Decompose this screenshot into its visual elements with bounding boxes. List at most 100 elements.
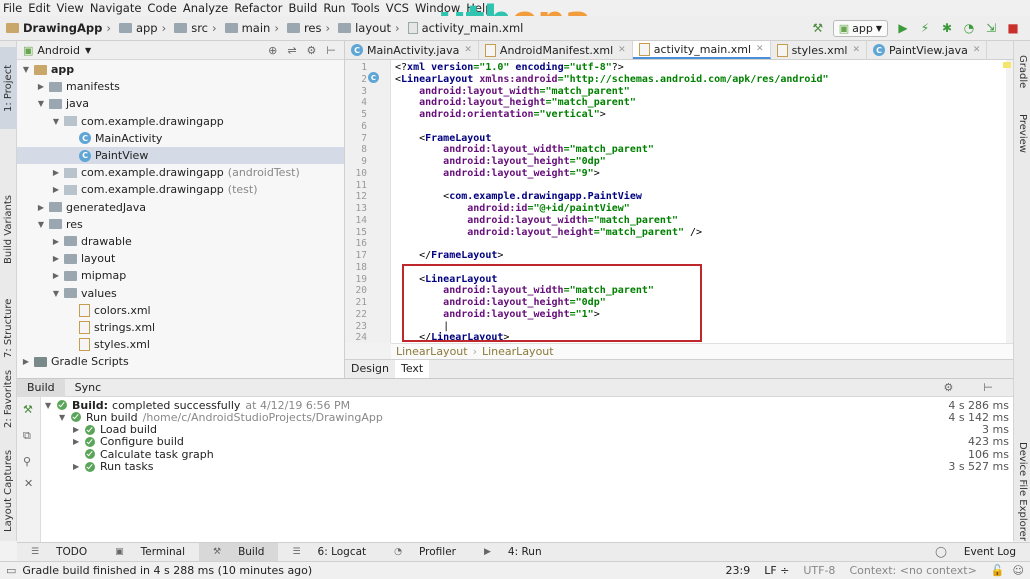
tab-favorites[interactable]: 2: Favorites <box>0 359 17 439</box>
menu-run[interactable]: Run <box>320 0 348 16</box>
tab-design[interactable]: Design <box>345 360 395 378</box>
code-crumb-1[interactable]: LinearLayout <box>396 345 468 358</box>
chevron-right-icon[interactable]: ▶ <box>21 357 31 366</box>
close-icon[interactable]: ✕ <box>618 45 626 55</box>
menu-view[interactable]: View <box>54 0 87 16</box>
tab-text[interactable]: Text <box>394 360 430 378</box>
tab-layout-captures[interactable]: Layout Captures <box>0 443 17 538</box>
menu-code[interactable]: Code <box>144 0 179 16</box>
chevron-right-icon[interactable]: ▶ <box>36 82 46 91</box>
toggle-view-icon[interactable]: ⧉ <box>23 429 31 443</box>
breadcrumb-item[interactable]: layout › <box>336 21 406 35</box>
tab-preview[interactable]: Preview <box>1014 103 1030 163</box>
inspector-icon[interactable]: ☺ <box>1013 564 1030 577</box>
chevron-right-icon[interactable]: ▶ <box>51 254 61 263</box>
attach-debugger-icon[interactable]: ⇲ <box>982 19 1000 37</box>
hammer-icon[interactable]: ⚒ <box>23 403 33 416</box>
chevron-down-icon[interactable]: ▼ <box>51 117 61 126</box>
build-row[interactable]: ▶ Configure build 423 ms <box>41 435 1013 448</box>
chevron-right-icon[interactable]: ▶ <box>73 462 85 471</box>
tab-project[interactable]: 1: Project <box>0 47 17 129</box>
apply-changes-icon[interactable]: ⚡ <box>916 19 934 37</box>
editor-tab[interactable]: C PaintView.java ✕ <box>867 41 988 59</box>
chevron-down-icon[interactable]: ▼ <box>59 413 71 422</box>
stop-icon[interactable]: ■ <box>1004 19 1022 37</box>
hammer-icon[interactable]: ⚒ <box>809 19 827 37</box>
tree-item[interactable]: ▼ res <box>17 216 344 233</box>
caret-position[interactable]: 23:9 <box>725 564 764 577</box>
chevron-right-icon[interactable]: ▶ <box>73 437 85 446</box>
tab-device-file-explorer[interactable]: Device File Explorer <box>1014 431 1030 551</box>
profile-icon[interactable]: ◔ <box>960 19 978 37</box>
collapse-icon[interactable]: ⇌ <box>287 44 296 57</box>
tree-item[interactable]: C PaintView <box>17 146 344 165</box>
menu-refactor[interactable]: Refactor <box>231 0 285 16</box>
tree-item[interactable]: ▶ generatedJava <box>17 199 344 216</box>
editor-tab[interactable]: C MainActivity.java ✕ <box>345 41 479 59</box>
editor-tab[interactable]: activity_main.xml ✕ <box>632 41 771 59</box>
gear-icon[interactable]: ⚙ <box>307 44 317 57</box>
tree-item[interactable]: ▶ layout <box>17 250 344 267</box>
menu-file[interactable]: File <box>0 0 25 16</box>
close-icon[interactable]: ✕ <box>24 477 33 490</box>
menu-tools[interactable]: Tools <box>348 0 382 16</box>
tree-item[interactable]: strings.xml <box>17 319 344 336</box>
tree-item[interactable]: ▶ drawable <box>17 233 344 250</box>
breadcrumb-item[interactable]: res › <box>285 21 336 35</box>
breadcrumb-item[interactable]: main › <box>223 21 285 35</box>
tree-item[interactable]: C MainActivity <box>17 130 344 147</box>
close-icon[interactable]: ✕ <box>852 45 860 55</box>
tree-item[interactable]: ▶ manifests <box>17 78 344 95</box>
tree-item[interactable]: ▼ com.example.drawingapp <box>17 113 344 130</box>
debug-icon[interactable]: ✱ <box>938 19 956 37</box>
run-config-select[interactable]: ▣ app ▼ <box>832 19 888 37</box>
gear-icon[interactable]: ⚙ <box>934 379 964 397</box>
tool-tab[interactable]: ☰ TODO <box>17 543 101 561</box>
tab-build[interactable]: Build <box>17 378 65 397</box>
tree-item[interactable]: styles.xml <box>17 336 344 353</box>
editor-tab[interactable]: styles.xml ✕ <box>771 41 868 59</box>
event-log-button[interactable]: ◯ Event Log <box>921 543 1030 561</box>
run-icon[interactable]: ▶ <box>894 19 912 37</box>
chevron-down-icon[interactable]: ▼ <box>45 401 57 410</box>
breadcrumb-item[interactable]: DrawingApp › <box>4 21 117 35</box>
chevron-right-icon[interactable]: ▶ <box>51 271 61 280</box>
chevron-right-icon[interactable]: ▶ <box>51 185 61 194</box>
tree-item[interactable]: ▶ com.example.drawingapp (test) <box>17 181 344 198</box>
tree-item[interactable]: ▶ Gradle Scripts <box>17 353 344 370</box>
hide-icon[interactable]: ⊢ <box>973 379 1003 397</box>
code-crumb-2[interactable]: LinearLayout <box>482 345 554 358</box>
status-toggle-icon[interactable]: ▭ <box>0 564 16 577</box>
chevron-down-icon[interactable]: ▼ <box>21 65 31 74</box>
chevron-right-icon[interactable]: ▶ <box>51 168 61 177</box>
line-separator[interactable]: LF ÷ <box>764 564 803 577</box>
breadcrumb-item[interactable]: activity_main.xml <box>406 21 526 35</box>
build-row[interactable]: ▼ Build: completed successfully at 4/12/19 … <box>41 399 1013 412</box>
tree-item[interactable]: ▶ com.example.drawingapp (androidTest) <box>17 164 344 181</box>
tab-build-variants[interactable]: Build Variants <box>0 175 17 285</box>
menu-edit[interactable]: Edit <box>25 0 53 16</box>
build-row[interactable]: Calculate task graph 106 ms <box>41 448 1013 461</box>
sync-icon[interactable]: ⊕ <box>268 44 277 57</box>
menu-build[interactable]: Build <box>285 0 320 16</box>
chevron-down-icon[interactable]: ▼ <box>36 99 46 108</box>
tree-item[interactable]: ▼ app <box>17 61 344 78</box>
tool-tab[interactable]: ⚒ Build <box>199 543 279 561</box>
pin-icon[interactable]: ⚲ <box>23 455 31 468</box>
chevron-right-icon[interactable]: ▶ <box>51 237 61 246</box>
close-icon[interactable]: ✕ <box>464 45 472 55</box>
tree-item[interactable]: ▼ values <box>17 284 344 301</box>
lock-icon[interactable]: 🔓 <box>991 564 1013 577</box>
chevron-down-icon[interactable]: ▼ <box>51 289 61 298</box>
menu-vcs[interactable]: VCS <box>383 0 412 16</box>
tree-item[interactable]: colors.xml <box>17 302 344 319</box>
breadcrumb-item[interactable]: app › <box>117 21 172 35</box>
file-encoding[interactable]: UTF-8 <box>803 564 849 577</box>
tool-tab[interactable]: ◔ Profiler <box>380 543 470 561</box>
editor-tab[interactable]: AndroidManifest.xml ✕ <box>479 41 633 59</box>
chevron-down-icon[interactable]: ▼ <box>36 220 46 229</box>
tool-tab[interactable]: ▣ Terminal <box>101 543 199 561</box>
build-row[interactable]: ▶ Run tasks 3 s 527 ms <box>41 460 1013 473</box>
build-row[interactable]: ▶ Load build 3 ms <box>41 423 1013 436</box>
close-icon[interactable]: ✕ <box>973 45 981 55</box>
